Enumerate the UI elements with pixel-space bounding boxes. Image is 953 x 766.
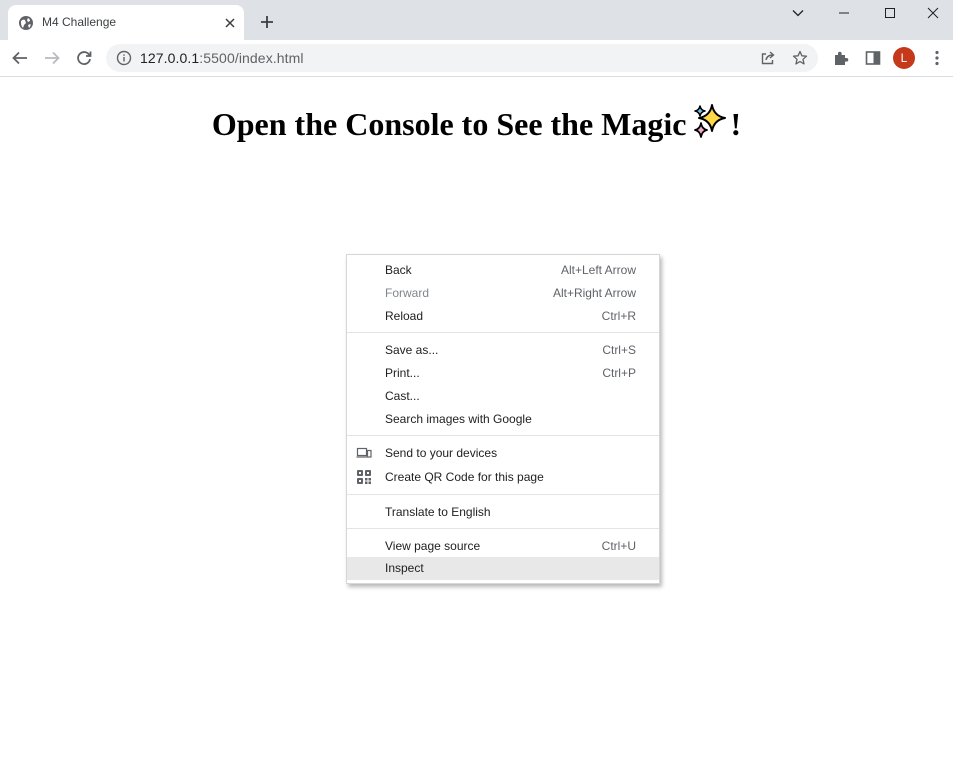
- menu-item-inspect[interactable]: Inspect: [347, 557, 659, 580]
- forward-arrow-icon[interactable]: [42, 48, 62, 68]
- menu-item-label: Forward: [385, 286, 430, 300]
- close-icon[interactable]: [222, 15, 238, 31]
- menu-item-print[interactable]: Print... Ctrl+P: [347, 362, 659, 385]
- menu-item-shortcut: Alt+Left Arrow: [560, 263, 636, 277]
- menu-item-label: Save as...: [385, 343, 439, 357]
- menu-item-send-to-devices[interactable]: Send to your devices: [347, 442, 659, 465]
- browser-toolbar: 127.0.0.1:5500/index.html L: [0, 40, 953, 77]
- heading-text: Open the Console to See the Magic: [211, 106, 687, 142]
- context-menu: Back Alt+Left Arrow Forward Alt+Right Ar…: [346, 254, 660, 584]
- menu-item-cast[interactable]: Cast...: [347, 385, 659, 408]
- menu-item-label: Search images with Google: [385, 412, 532, 426]
- side-panel-icon[interactable]: [863, 48, 883, 68]
- menu-item-search-images[interactable]: Search images with Google: [347, 408, 659, 431]
- back-arrow-icon[interactable]: [10, 48, 30, 68]
- site-info-icon[interactable]: [116, 50, 132, 66]
- menu-item-label: Back: [385, 263, 412, 277]
- menu-item-shortcut: Ctrl+U: [601, 539, 636, 553]
- sparkles-icon: [692, 103, 728, 139]
- menu-separator: [347, 435, 659, 436]
- bookmark-star-icon[interactable]: [792, 50, 808, 66]
- reload-icon[interactable]: [74, 48, 94, 68]
- menu-item-label: Translate to English: [385, 505, 491, 519]
- new-tab-button[interactable]: [258, 13, 276, 31]
- menu-item-shortcut: Alt+Right Arrow: [552, 286, 636, 300]
- tab-search-button[interactable]: [775, 0, 821, 26]
- menu-item-save-as[interactable]: Save as... Ctrl+S: [347, 339, 659, 362]
- menu-item-shortcut: Ctrl+P: [602, 366, 636, 380]
- extensions-icon[interactable]: [831, 48, 851, 68]
- url-path: :5500/index.html: [199, 50, 304, 66]
- url-text: 127.0.0.1:5500/index.html: [140, 50, 304, 66]
- url-host: 127.0.0.1: [140, 50, 200, 66]
- maximize-button[interactable]: [867, 0, 913, 26]
- menu-separator: [347, 528, 659, 529]
- menu-item-view-source[interactable]: View page source Ctrl+U: [347, 535, 659, 558]
- more-menu-icon[interactable]: [927, 48, 947, 68]
- menu-item-label: Send to your devices: [385, 446, 498, 460]
- devices-icon: [356, 445, 372, 461]
- share-icon[interactable]: [760, 50, 776, 66]
- menu-item-translate[interactable]: Translate to English: [347, 501, 659, 524]
- menu-item-label: Print...: [385, 366, 420, 380]
- menu-item-shortcut: Ctrl+S: [602, 343, 636, 357]
- close-window-button[interactable]: [913, 0, 953, 26]
- menu-item-shortcut: Ctrl+R: [601, 309, 636, 323]
- tab-title: M4 Challenge: [42, 15, 117, 29]
- menu-item-reload[interactable]: Reload Ctrl+R: [347, 305, 659, 328]
- menu-separator: [347, 494, 659, 495]
- tab-m4-challenge[interactable]: M4 Challenge: [8, 5, 244, 40]
- profile-avatar[interactable]: L: [893, 47, 915, 69]
- minimize-button[interactable]: [821, 0, 867, 26]
- menu-item-create-qr-code[interactable]: Create QR Code for this page: [347, 466, 659, 489]
- address-bar[interactable]: 127.0.0.1:5500/index.html: [106, 44, 818, 72]
- menu-item-label: Cast...: [385, 389, 420, 403]
- menu-item-label: View page source: [385, 539, 481, 553]
- menu-separator: [347, 332, 659, 333]
- menu-item-forward[interactable]: Forward Alt+Right Arrow: [347, 282, 659, 305]
- heading-exclamation: !: [730, 106, 742, 142]
- tab-strip: M4 Challenge: [0, 0, 953, 40]
- menu-item-label: Create QR Code for this page: [385, 470, 544, 484]
- qr-code-icon: [356, 469, 372, 485]
- menu-item-label: Inspect: [385, 561, 424, 575]
- page-heading: Open the Console to See the Magic !: [0, 103, 953, 143]
- globe-icon: [18, 15, 34, 31]
- menu-item-label: Reload: [385, 309, 424, 323]
- menu-item-back[interactable]: Back Alt+Left Arrow: [347, 259, 659, 282]
